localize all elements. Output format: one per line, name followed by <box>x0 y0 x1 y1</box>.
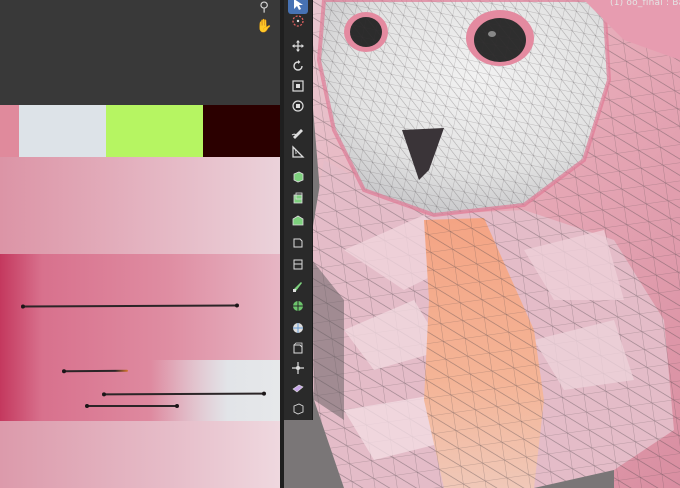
gradient-band-highlight <box>150 360 280 421</box>
add-cube-tool-icon[interactable] <box>288 166 308 186</box>
swatch-dark-maroon[interactable] <box>203 105 280 157</box>
bevel-tool-icon[interactable] <box>288 232 308 252</box>
shear-tool-icon[interactable] <box>288 398 308 418</box>
edge-slide-tool-icon[interactable] <box>288 358 308 378</box>
measure-tool-icon[interactable] <box>288 142 308 162</box>
shrink-fatten-tool-icon[interactable] <box>288 378 308 398</box>
swatch-lime[interactable] <box>106 105 203 157</box>
smooth-tool-icon[interactable] <box>288 338 308 358</box>
zoom-icon[interactable]: ⚲ <box>256 0 272 16</box>
gradient-band-light-pink[interactable] <box>0 157 280 254</box>
view-navigation-controls: ⚲ ✋ <box>256 0 274 38</box>
loop-cut-tool-icon[interactable] <box>288 254 308 274</box>
transform-tool-icon[interactable] <box>288 96 308 116</box>
spin-tool-icon[interactable] <box>288 318 308 338</box>
swatch-row <box>0 105 280 157</box>
swatch-pink[interactable] <box>0 105 19 157</box>
hand-pan-icon[interactable]: ✋ <box>256 19 272 35</box>
knife-tool-icon[interactable] <box>288 276 308 296</box>
move-tool-icon[interactable] <box>288 36 308 56</box>
rotate-tool-icon[interactable] <box>288 56 308 76</box>
tool-shelf <box>284 0 313 420</box>
swatch-light-gray[interactable] <box>19 105 106 157</box>
inset-tool-icon[interactable] <box>288 210 308 230</box>
cursor-tool-icon[interactable] <box>288 11 308 31</box>
scale-tool-icon[interactable] <box>288 76 308 96</box>
annotate-tool-icon[interactable] <box>288 122 308 142</box>
extrude-tool-icon[interactable] <box>288 188 308 208</box>
owl-mesh-render <box>284 0 680 488</box>
gradient-band-pale-pink[interactable] <box>0 421 280 488</box>
object-label: (1) oo_final : Basis <box>610 0 680 8</box>
poly-build-tool-icon[interactable] <box>288 296 308 316</box>
stroke-line <box>85 404 179 408</box>
color-palette-pane: ⚲ ✋ <box>0 0 280 488</box>
3d-viewport[interactable]: (1) oo_final : Basis <box>284 0 680 488</box>
